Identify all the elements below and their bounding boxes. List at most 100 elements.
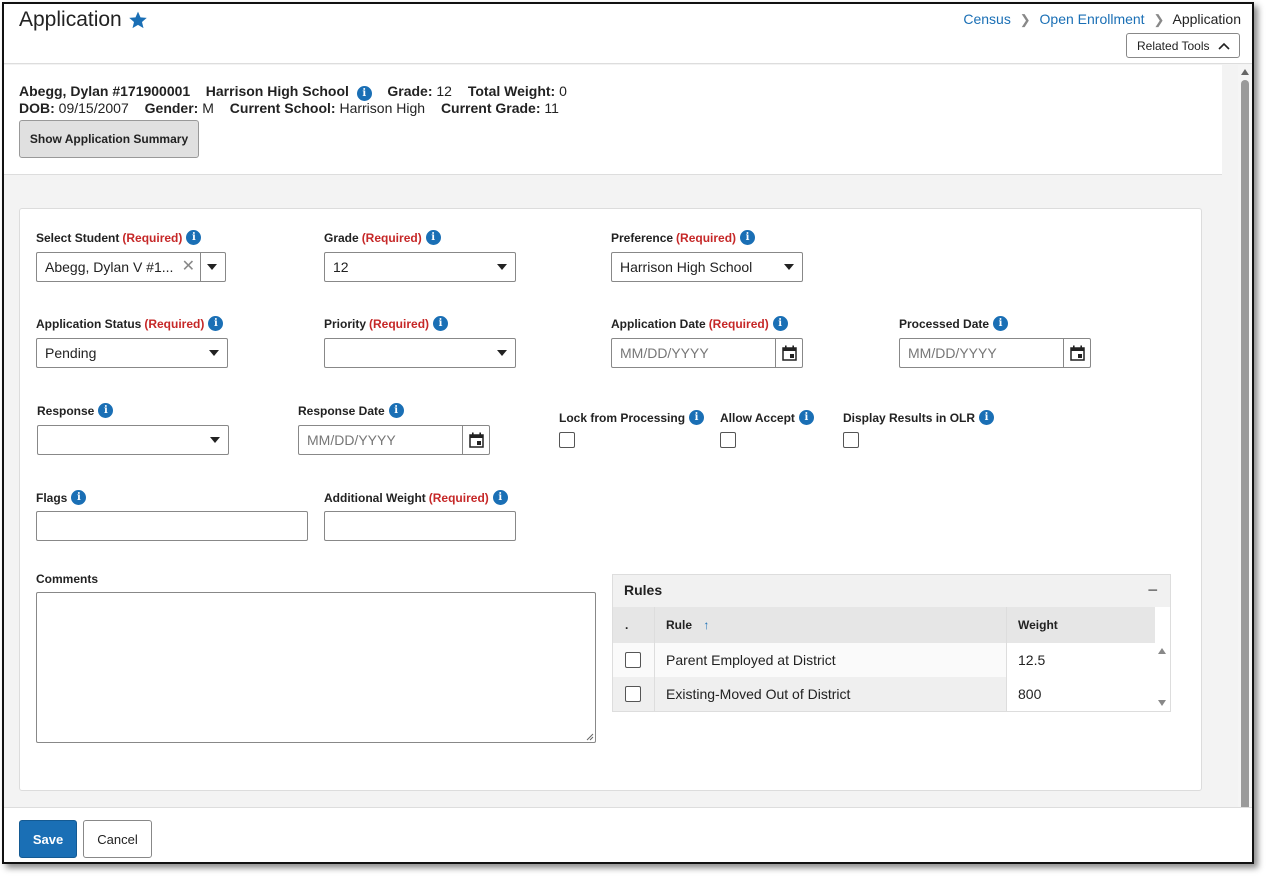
info-icon[interactable]: i xyxy=(425,230,441,245)
cancel-button[interactable]: Cancel xyxy=(83,820,152,858)
dob-label: DOB: xyxy=(19,100,55,116)
response-label: Response i xyxy=(37,403,114,418)
info-icon[interactable]: i xyxy=(98,403,114,418)
related-tools-button[interactable]: Related Tools xyxy=(1126,33,1240,58)
label-text: Comments xyxy=(36,572,99,586)
page-title: Application xyxy=(19,8,122,31)
additional-weight-input[interactable] xyxy=(324,511,516,541)
student-summary-card: Abegg, Dylan #171900001 Harrison High Sc… xyxy=(4,65,1222,175)
breadcrumb-open-enrollment[interactable]: Open Enrollment xyxy=(1040,11,1145,27)
current-school-label: Current School: xyxy=(229,100,336,116)
table-row: Existing-Moved Out of District 800 xyxy=(613,677,1155,711)
student-info-line-1: Abegg, Dylan #171900001 Harrison High Sc… xyxy=(19,83,567,101)
allow-accept-label: Allow Accept i xyxy=(720,410,814,425)
allow-accept-checkbox[interactable] xyxy=(720,432,736,448)
label-text: Select Student xyxy=(36,230,120,245)
info-icon[interactable]: i xyxy=(689,410,705,425)
info-icon[interactable]: i xyxy=(979,410,995,425)
rules-title: Rules xyxy=(624,582,663,598)
clear-icon[interactable]: ✕ xyxy=(182,253,195,281)
comments-textarea[interactable] xyxy=(36,592,596,743)
chevron-up-icon xyxy=(1217,42,1230,50)
comments-label: Comments xyxy=(36,572,98,586)
chevron-down-icon xyxy=(497,264,507,270)
info-icon[interactable]: i xyxy=(740,230,756,245)
column-rule[interactable]: Rule ↑ xyxy=(654,607,1006,643)
info-icon[interactable]: i xyxy=(388,403,404,418)
table-row: Parent Employed at District 12.5 xyxy=(613,643,1155,677)
lock-from-processing-checkbox[interactable] xyxy=(559,432,575,448)
scroll-thumb[interactable] xyxy=(1241,80,1249,847)
grade-dropdown[interactable]: 12 xyxy=(324,252,516,282)
info-icon[interactable]: i xyxy=(772,316,788,331)
collapse-icon[interactable]: − xyxy=(1147,575,1158,605)
total-weight-label: Total Weight: xyxy=(467,83,556,99)
application-date-input[interactable] xyxy=(612,339,776,367)
chevron-right-icon: ❯ xyxy=(1019,12,1031,27)
show-application-summary-button[interactable]: Show Application Summary xyxy=(19,120,199,158)
breadcrumb-application: Application xyxy=(1172,11,1242,27)
column-select-label: . xyxy=(625,618,629,632)
scroll-down-icon[interactable] xyxy=(1158,700,1166,706)
current-grade-label: Current Grade: xyxy=(440,100,541,116)
additional-weight-label: Additional Weight (Required) i xyxy=(324,490,508,505)
select-student-dropdown[interactable]: Abegg, Dylan V #1... ✕ xyxy=(36,252,226,282)
required-tag: (Required) xyxy=(144,316,205,331)
gender-value: M xyxy=(202,100,214,116)
processed-date-input[interactable] xyxy=(900,339,1064,367)
application-status-dropdown[interactable]: Pending xyxy=(36,338,228,368)
calendar-icon[interactable] xyxy=(782,345,797,361)
label-text: Allow Accept xyxy=(720,410,795,425)
rules-panel-header: Rules − xyxy=(613,575,1170,607)
preference-value: Harrison High School xyxy=(620,259,753,275)
flags-label: Flags i xyxy=(36,490,87,505)
page-header: Application Census ❯ Open Enrollment ❯ A… xyxy=(4,4,1252,64)
resize-handle-icon[interactable] xyxy=(586,733,594,741)
current-school-value: Harrison High xyxy=(339,100,426,116)
favorite-star-icon[interactable] xyxy=(128,10,148,30)
chevron-down-icon xyxy=(784,264,794,270)
chevron-down-icon xyxy=(209,350,219,356)
column-select: . xyxy=(613,607,654,643)
info-icon[interactable]: i xyxy=(433,316,449,331)
save-button[interactable]: Save xyxy=(19,820,77,858)
page-scrollbar[interactable] xyxy=(1238,65,1252,862)
info-icon[interactable]: i xyxy=(356,86,372,101)
priority-label: Priority (Required) i xyxy=(324,316,449,331)
flags-input[interactable] xyxy=(36,511,308,541)
rule-cell: Existing-Moved Out of District xyxy=(666,686,851,702)
rules-scrollbar[interactable] xyxy=(1155,643,1170,711)
column-weight[interactable]: Weight xyxy=(1006,607,1155,643)
label-text: Grade xyxy=(324,230,359,245)
response-date-input[interactable] xyxy=(299,426,463,454)
scroll-up-icon[interactable] xyxy=(1158,648,1166,654)
info-icon[interactable]: i xyxy=(798,410,814,425)
scroll-up-icon[interactable] xyxy=(1241,69,1249,75)
breadcrumb-census[interactable]: Census xyxy=(963,11,1010,27)
rule-cell: Parent Employed at District xyxy=(666,652,836,668)
info-icon[interactable]: i xyxy=(71,490,87,505)
column-weight-label: Weight xyxy=(1018,618,1058,632)
info-icon[interactable]: i xyxy=(208,316,224,331)
chevron-down-icon xyxy=(497,350,507,356)
display-results-olr-checkbox[interactable] xyxy=(843,432,859,448)
info-icon[interactable]: i xyxy=(492,490,508,505)
column-rule-label: Rule xyxy=(666,618,693,632)
chevron-down-icon[interactable] xyxy=(207,264,217,270)
processed-date-picker xyxy=(899,338,1091,368)
response-dropdown[interactable] xyxy=(37,425,229,455)
priority-dropdown[interactable] xyxy=(324,338,516,368)
calendar-icon[interactable] xyxy=(1070,345,1085,361)
total-weight-value: 0 xyxy=(559,83,567,99)
chevron-down-icon xyxy=(210,437,220,443)
student-name: Abegg, Dylan #171900001 xyxy=(19,83,191,99)
row-checkbox[interactable] xyxy=(625,686,641,702)
preference-dropdown[interactable]: Harrison High School xyxy=(611,252,803,282)
info-icon[interactable]: i xyxy=(993,316,1009,331)
sort-ascending-icon[interactable]: ↑ xyxy=(703,618,709,632)
row-checkbox[interactable] xyxy=(625,652,641,668)
calendar-icon[interactable] xyxy=(469,432,484,448)
info-icon[interactable]: i xyxy=(186,230,202,245)
gender-label: Gender: xyxy=(144,100,199,116)
column-divider xyxy=(654,607,655,712)
